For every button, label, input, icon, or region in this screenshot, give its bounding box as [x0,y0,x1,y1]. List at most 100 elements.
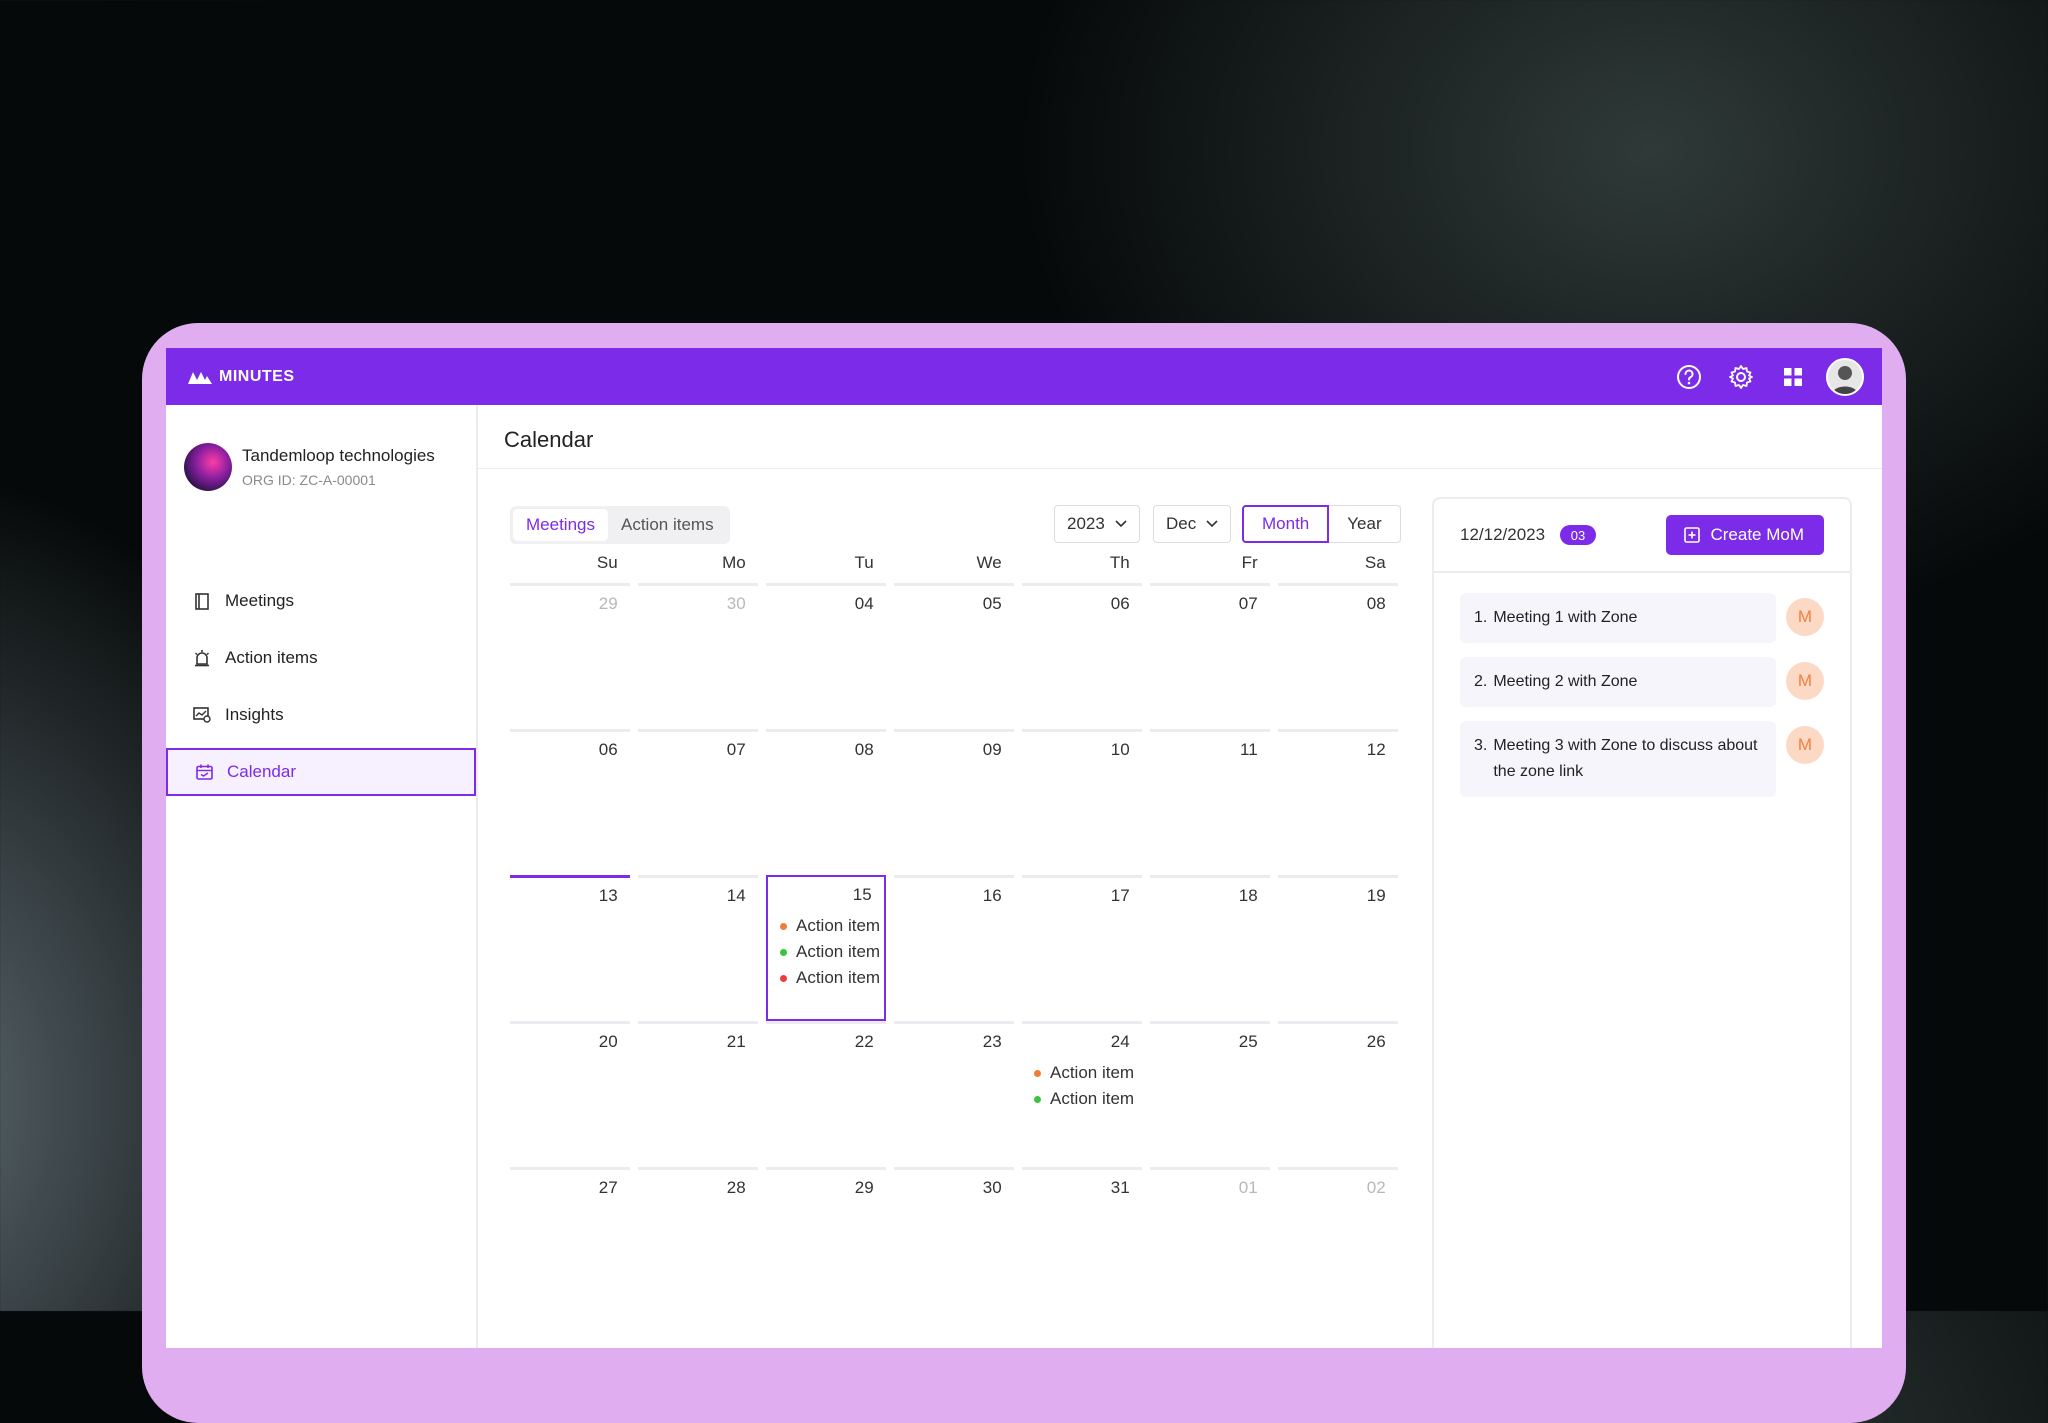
calendar-day[interactable]: 25 [1150,1021,1270,1167]
calendar-day[interactable]: 08 [766,729,886,875]
calendar-day[interactable]: 05 [894,583,1014,729]
sidebar-item-meetings[interactable]: Meetings [166,577,476,625]
day-number: 25 [1238,1032,1258,1051]
day-number: 13 [598,886,618,905]
year-value: 2023 [1067,514,1105,533]
meeting-card[interactable]: 2. Meeting 2 with Zone [1460,657,1776,707]
calendar-day[interactable]: 19 [1278,875,1398,1021]
meeting-card[interactable]: 1. Meeting 1 with Zone [1460,593,1776,643]
day-number: 19 [1366,886,1386,905]
sidebar-item-label: Calendar [227,762,296,781]
calendar-day[interactable]: 22 [766,1021,886,1167]
calendar-day[interactable]: 11 [1150,729,1270,875]
user-avatar[interactable] [1826,358,1864,396]
grid-icon[interactable] [1774,358,1812,396]
meeting-card[interactable]: 3. Meeting 3 with Zone to discuss about t… [1460,721,1776,797]
day-number: 30 [982,1178,1002,1197]
day-number: 23 [982,1032,1002,1051]
tab-meetings[interactable]: Meetings [513,509,608,541]
settings-icon[interactable] [1722,358,1760,396]
meeting-index: 1. [1474,609,1488,626]
year-select[interactable]: 2023 [1054,505,1140,543]
calendar-day[interactable]: 07 [1150,583,1270,729]
calendar-day[interactable]: 13 [510,875,630,1021]
calendar-day[interactable]: 20 [510,1021,630,1167]
calendar-grid: Su Mo Tu We Th Fr Sa 29 30 04 05 06 07 08 06 07 08 09 10 1… [510,553,1406,1313]
weekday-label: Mo [722,553,746,572]
brand[interactable]: MINUTES [188,368,295,386]
calendar-day[interactable]: 12 [1278,729,1398,875]
calendar-day[interactable]: 23 [894,1021,1014,1167]
calendar-event[interactable]: Action item [1034,1086,1134,1112]
calendar-day[interactable]: 29 [510,583,630,729]
calendar-day[interactable]: 30 [638,583,758,729]
calendar-day[interactable]: 06 [510,729,630,875]
day-number: 29 [598,594,618,613]
day-number: 16 [982,886,1002,905]
top-bar: MINUTES [166,348,1882,405]
calendar-day[interactable]: 09 [894,729,1014,875]
calendar-day[interactable]: 26 [1278,1021,1398,1167]
org-logo [184,443,232,491]
chevron-down-icon [1115,520,1127,528]
calendar-event[interactable]: Action item [780,913,880,939]
tab-action-items[interactable]: Action items [608,509,727,541]
calendar-day[interactable]: 01 [1150,1167,1270,1313]
sidebar-item-action-items[interactable]: Action items [166,634,476,682]
org-info[interactable]: Tandemloop technologies ORG ID: ZC-A-000… [184,443,435,491]
calendar-day[interactable]: 27 [510,1167,630,1313]
day-number: 05 [982,594,1002,613]
help-icon[interactable] [1670,358,1708,396]
list-item: 2. Meeting 2 with Zone M [1460,657,1826,707]
day-number: 06 [1110,594,1130,613]
calendar-day[interactable]: 06 [1022,583,1142,729]
day-number: 22 [854,1032,874,1051]
weekday-label: Fr [1241,553,1258,572]
day-events: Action item Action item [1034,1060,1134,1112]
calendar-day[interactable]: 15 Action item Action item Action item [766,875,886,1021]
calendar-day[interactable]: 24 Action item Action item [1022,1021,1142,1167]
day-number: 18 [1238,886,1258,905]
calendar-day[interactable]: 28 [638,1167,758,1313]
calendar-day[interactable]: 17 [1022,875,1142,1021]
month-select[interactable]: Dec [1153,505,1232,543]
alarm-icon [193,649,211,667]
calendar-event[interactable]: Action item [1034,1060,1134,1086]
calendar-day[interactable]: 21 [638,1021,758,1167]
panel-header: 12/12/2023 03 Create MoM [1434,499,1850,573]
calendar-day[interactable]: 18 [1150,875,1270,1021]
calendar-week: 13 14 15 Action item Action item Action item 1… [510,875,1406,1021]
event-label: Action item [796,916,881,935]
calendar-day[interactable]: 31 [1022,1167,1142,1313]
calendar-event[interactable]: Action item [780,939,880,965]
avatar[interactable]: M [1786,662,1824,700]
day-number: 09 [982,740,1002,759]
calendar-day[interactable]: 14 [638,875,758,1021]
meeting-title: Meeting 3 with Zone to discuss about the… [1493,737,1758,780]
avatar[interactable]: M [1786,598,1824,636]
calendar-day[interactable]: 02 [1278,1167,1398,1313]
calendar-day[interactable]: 04 [766,583,886,729]
calendar-day[interactable]: 30 [894,1167,1014,1313]
calendar-day[interactable]: 29 [766,1167,886,1313]
avatar[interactable]: M [1786,726,1824,764]
day-number: 29 [854,1178,874,1197]
day-number: 12 [1366,740,1386,759]
calendar-day[interactable]: 07 [638,729,758,875]
year-view-button[interactable]: Year [1329,505,1401,543]
sidebar-item-calendar[interactable]: Calendar [166,748,476,796]
calendar-day[interactable]: 08 [1278,583,1398,729]
calendar-event[interactable]: Action item [780,965,880,991]
org-name: Tandemloop technologies [242,446,435,465]
sidebar-item-insights[interactable]: Insights [166,691,476,739]
create-mom-button[interactable]: Create MoM [1666,515,1824,555]
calendar-day[interactable]: 10 [1022,729,1142,875]
calendar-day[interactable]: 16 [894,875,1014,1021]
day-number: 31 [1110,1178,1130,1197]
sidebar: Tandemloop technologies ORG ID: ZC-A-000… [166,405,478,1348]
brand-name: MINUTES [219,367,295,385]
month-view-button[interactable]: Month [1242,505,1330,543]
day-number: 21 [726,1032,746,1051]
calendar-week: 06 07 08 09 10 11 12 [510,729,1406,875]
event-label: Action item [796,942,881,961]
